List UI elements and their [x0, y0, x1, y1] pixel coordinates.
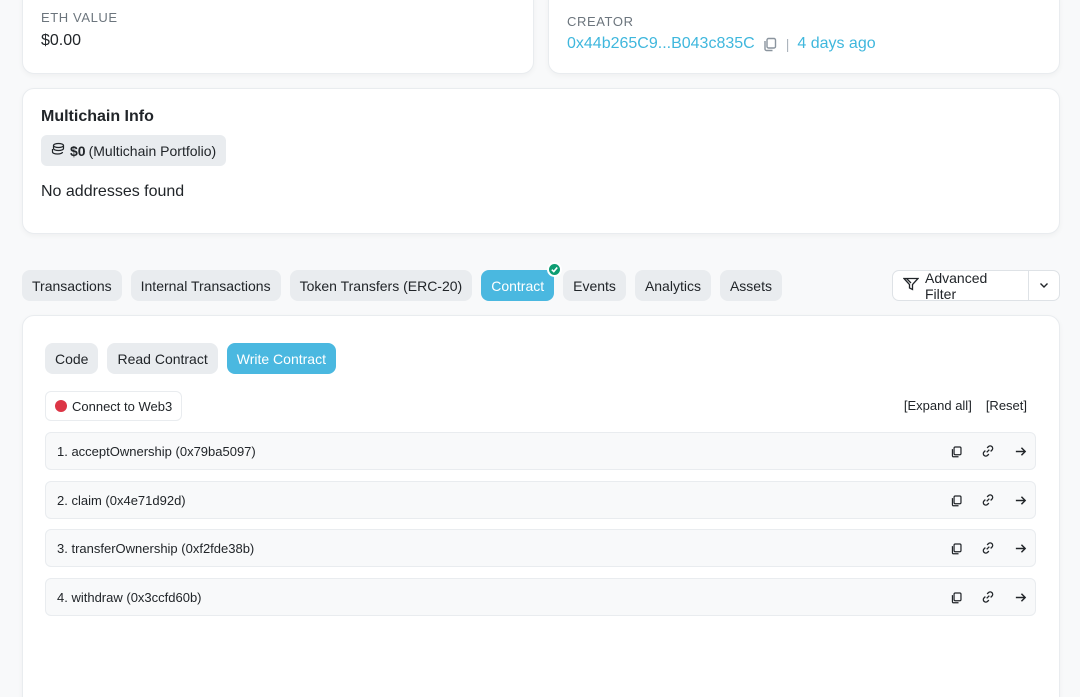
eth-value-label: ETH VALUE	[41, 10, 118, 25]
creator-address-link[interactable]: 0x44b265C9...B043c835C	[567, 35, 755, 53]
multichain-portfolio-pill[interactable]: $0 (Multichain Portfolio)	[41, 135, 227, 166]
tab-assets[interactable]: Assets	[719, 270, 782, 301]
function-label: 4. withdraw (0x3ccfd60b)	[57, 589, 202, 605]
advanced-filter-dropdown[interactable]	[1029, 271, 1059, 300]
no-addresses-text: No addresses found	[41, 183, 185, 200]
arrow-right-icon[interactable]	[1012, 492, 1028, 508]
connect-web3-button[interactable]: Connect to Web3	[45, 391, 183, 421]
function-row[interactable]: 4. withdraw (0x3ccfd60b)	[45, 578, 1036, 616]
link-icon[interactable]	[980, 589, 996, 605]
arrow-right-icon[interactable]	[1012, 589, 1028, 605]
creator-time-link[interactable]: 4 days ago	[797, 35, 875, 53]
function-row[interactable]: 2. claim (0x4e71d92d)	[45, 481, 1036, 519]
link-icon[interactable]	[980, 443, 996, 459]
tab-token-transfers[interactable]: Token Transfers (ERC-20)	[289, 270, 473, 301]
connect-web3-label: Connect to Web3	[72, 398, 173, 414]
main-tabs: Transactions Internal Transactions Token…	[22, 262, 782, 301]
function-controls: [Expand all] [Reset]	[904, 398, 1027, 413]
verified-check-icon	[547, 262, 563, 277]
coins-stack-icon	[51, 142, 65, 159]
copy-icon[interactable]	[948, 443, 964, 459]
contract-subtabs: Code Read Contract Write Contract	[45, 343, 336, 374]
creator-card: CREATOR 0x44b265C9...B043c835C | 4 days …	[548, 0, 1060, 74]
function-actions	[948, 530, 1028, 566]
multichain-title: Multichain Info	[41, 108, 154, 125]
tab-transactions[interactable]: Transactions	[22, 270, 122, 301]
expand-all-link[interactable]: [Expand all]	[904, 398, 972, 413]
filter-icon	[902, 277, 920, 294]
link-icon[interactable]	[980, 492, 996, 508]
tab-events[interactable]: Events	[563, 270, 626, 301]
function-label: 2. claim (0x4e71d92d)	[57, 492, 186, 508]
portfolio-label: (Multichain Portfolio)	[88, 142, 217, 159]
eth-value: $0.00	[41, 32, 82, 49]
subtab-write-contract[interactable]: Write Contract	[226, 343, 336, 374]
arrow-right-icon[interactable]	[1012, 443, 1028, 459]
portfolio-value: $0	[70, 142, 86, 159]
contract-card: Code Read Contract Write Contract Connec…	[22, 315, 1060, 697]
copy-icon[interactable]	[762, 36, 778, 52]
copy-icon[interactable]	[948, 492, 964, 508]
copy-icon[interactable]	[948, 540, 964, 556]
link-icon[interactable]	[980, 540, 996, 556]
tab-internal-transactions[interactable]: Internal Transactions	[130, 270, 281, 301]
divider: |	[785, 36, 790, 52]
tab-analytics[interactable]: Analytics	[634, 270, 711, 301]
tab-contract-label: Contract	[491, 277, 545, 294]
disconnected-status-dot	[55, 400, 67, 412]
creator-row: 0x44b265C9...B043c835C | 4 days ago	[567, 35, 876, 53]
advanced-filter: Advanced Filter	[892, 269, 1060, 302]
subtab-code[interactable]: Code	[45, 343, 99, 374]
creator-label: CREATOR	[567, 14, 634, 29]
tab-contract[interactable]: Contract	[481, 262, 563, 301]
function-actions	[948, 433, 1028, 469]
function-actions	[948, 482, 1028, 518]
function-row[interactable]: 1. acceptOwnership (0x79ba5097)	[45, 432, 1036, 470]
advanced-filter-button[interactable]: Advanced Filter	[893, 269, 1029, 302]
copy-icon[interactable]	[948, 589, 964, 605]
eth-value-card: ETH VALUE $0.00	[22, 0, 534, 74]
advanced-filter-label: Advanced Filter	[925, 269, 988, 302]
function-label: 1. acceptOwnership (0x79ba5097)	[57, 443, 256, 459]
function-actions	[948, 579, 1028, 615]
function-row[interactable]: 3. transferOwnership (0xf2fde38b)	[45, 529, 1036, 567]
reset-link[interactable]: [Reset]	[986, 398, 1027, 413]
subtab-read-contract[interactable]: Read Contract	[107, 343, 218, 374]
arrow-right-icon[interactable]	[1012, 540, 1028, 556]
chevron-down-icon	[1038, 278, 1050, 294]
function-label: 3. transferOwnership (0xf2fde38b)	[57, 540, 255, 556]
multichain-card: Multichain Info $0 (Multichain Portfolio…	[22, 88, 1060, 234]
